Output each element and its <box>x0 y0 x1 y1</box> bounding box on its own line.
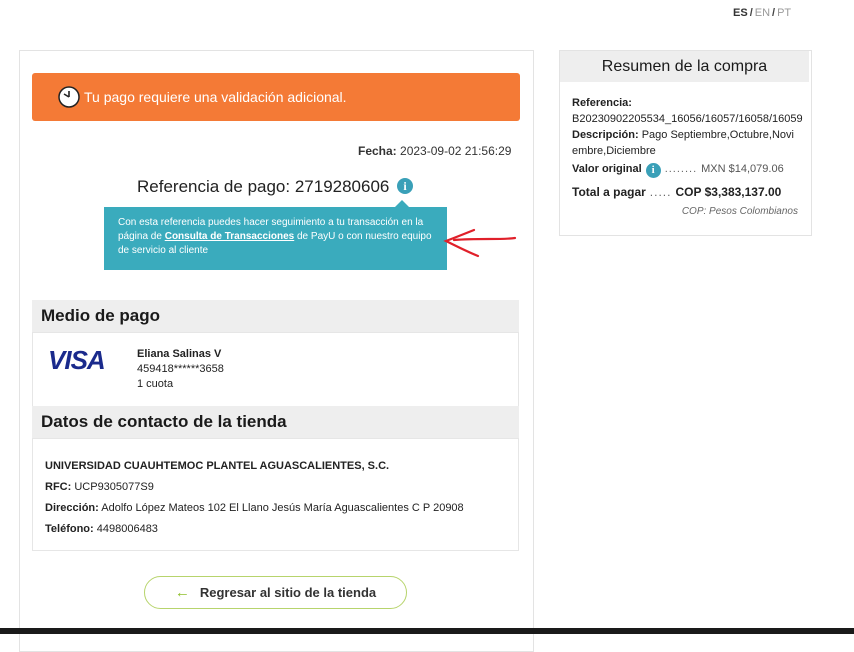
back-button-label: Regresar al sitio de la tienda <box>199 585 377 600</box>
info-icon[interactable]: i <box>645 163 661 178</box>
total-label: Total a pagar <box>572 185 646 199</box>
language-separator: / <box>749 7 753 19</box>
alert-text: Tu pago requiere una validación adiciona… <box>84 89 347 105</box>
reference-tooltip: Con esta referencia puedes hacer seguimi… <box>104 200 447 270</box>
payer-details: Eliana Salinas V 459418******3658 1 cuot… <box>137 347 224 392</box>
transaction-date: Fecha: 2023-09-02 21:56:29 <box>358 144 511 158</box>
date-label: Fecha: <box>358 144 397 158</box>
rfc-value: UCP9305077S9 <box>74 481 154 493</box>
payment-method-heading: Medio de pago <box>32 300 519 332</box>
summary-reference-value: B20230902205534_16056/16057/16058/16059 <box>572 113 803 125</box>
transaction-lookup-link[interactable]: Consulta de Transacciones <box>165 231 295 242</box>
payment-method-box <box>32 332 519 407</box>
validation-alert: Tu pago requiere una validación adiciona… <box>32 73 520 121</box>
back-to-store-button[interactable]: ← Regresar al sitio de la tienda <box>144 576 407 609</box>
annotation-arrow-icon <box>443 228 517 258</box>
address-value: Adolfo López Mateos 102 El Llano Jesús M… <box>101 502 464 514</box>
payment-reference: Referencia de pago: 2719280606 <box>137 177 390 196</box>
visa-logo: VISA <box>48 345 106 375</box>
language-selector: ES / EN / PT <box>733 7 791 19</box>
window-bottom-edge <box>0 628 854 634</box>
card-holder: Eliana Salinas V <box>137 348 222 360</box>
original-value: MXN $14,079.06 <box>701 163 784 175</box>
date-value: 2023-09-02 21:56:29 <box>400 144 512 158</box>
phone-value: 4498006483 <box>96 523 158 535</box>
info-icon[interactable]: i <box>397 178 413 194</box>
summary-body: Referencia: B20230902205534_16056/16057/… <box>572 95 820 220</box>
language-en[interactable]: EN <box>755 7 770 19</box>
installments: 1 cuota <box>137 378 174 390</box>
currency-note: COP: Pesos Colombianos <box>681 206 798 217</box>
store-contact-details: UNIVERSIDAD CUAUHTEMOC PLANTEL AGUASCALI… <box>45 456 464 540</box>
language-es[interactable]: ES <box>733 7 748 19</box>
arrow-left-icon: ← <box>174 584 190 601</box>
original-dots: ........ <box>664 163 698 175</box>
summary-title: Resumen de la compra <box>560 51 809 82</box>
store-contact-heading: Datos de contacto de la tienda <box>32 406 519 438</box>
phone-label: Teléfono: <box>45 523 94 535</box>
store-name: UNIVERSIDAD CUAUHTEMOC PLANTEL AGUASCALI… <box>45 460 390 472</box>
original-value-label: Valor original <box>572 163 642 175</box>
language-pt[interactable]: PT <box>777 7 791 19</box>
summary-reference-label: Referencia: <box>572 97 632 109</box>
language-separator: / <box>772 7 776 19</box>
clock-icon <box>58 86 80 108</box>
total-value: COP $3,383,137.00 <box>675 185 782 199</box>
summary-description-label: Descripción: <box>572 129 639 141</box>
address-label: Dirección: <box>45 502 99 514</box>
card-number: 459418******3658 <box>137 363 224 375</box>
total-dots: ..... <box>649 185 672 199</box>
rfc-label: RFC: <box>45 481 72 493</box>
